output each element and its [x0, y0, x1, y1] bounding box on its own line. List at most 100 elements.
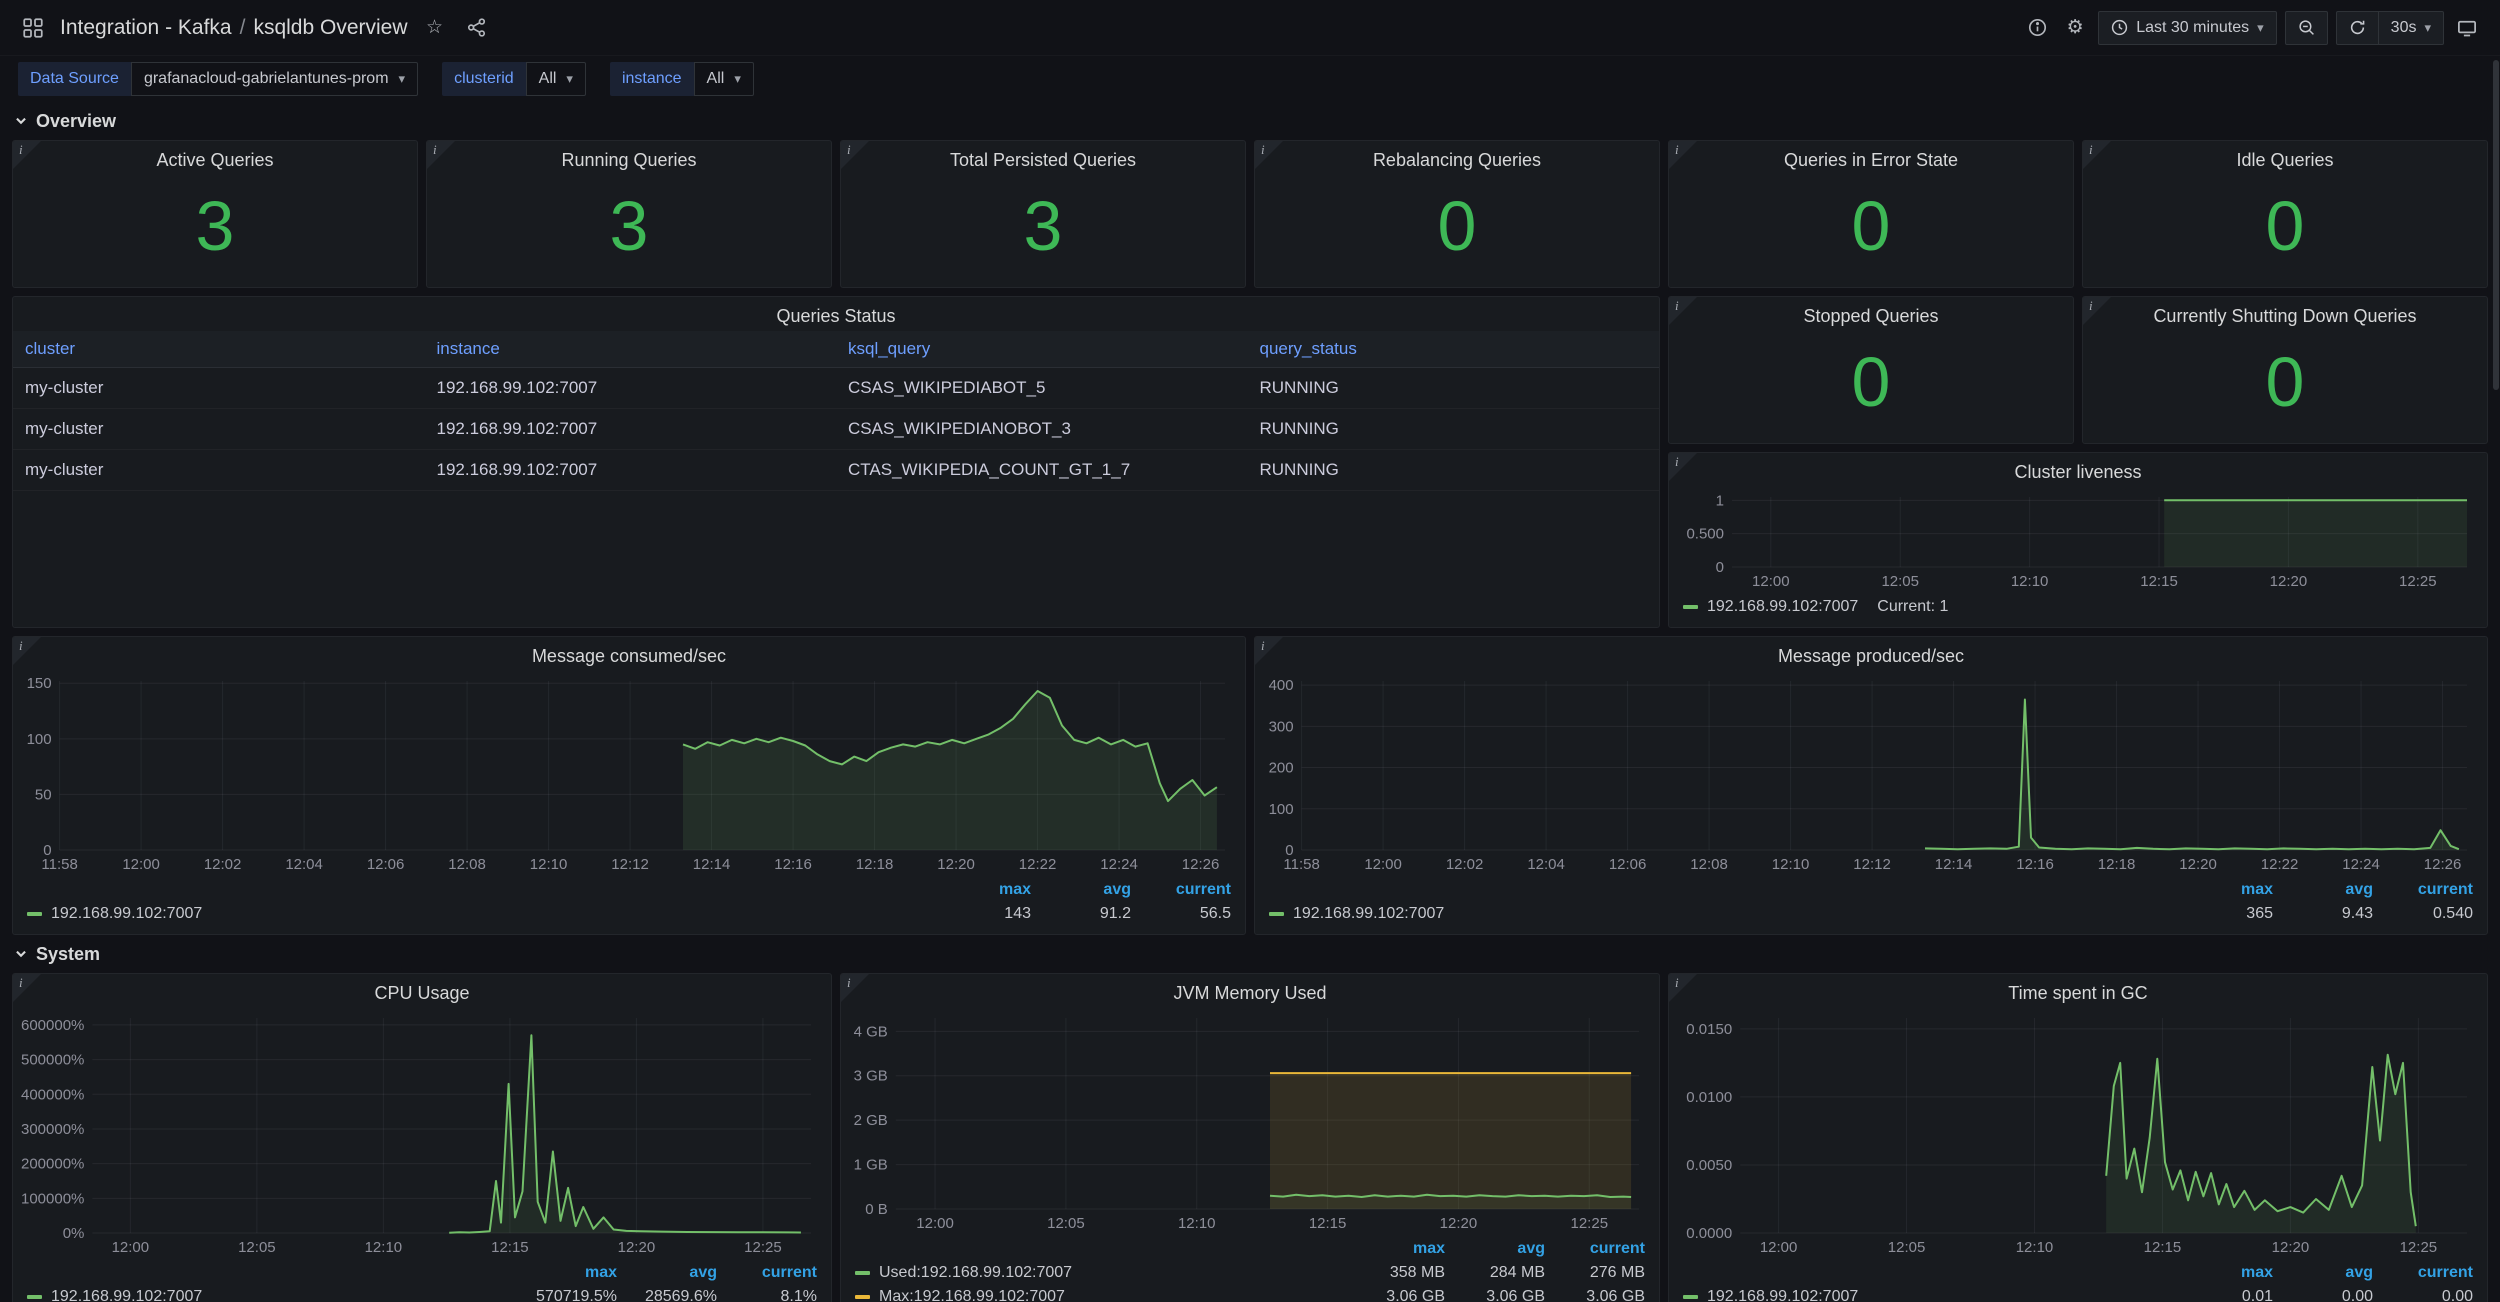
panel-info-icon[interactable]: i	[1255, 141, 1283, 169]
panel-title[interactable]: Queries Status	[13, 297, 1659, 331]
chart-cpu-usage[interactable]: 12:0012:0512:1012:1512:2012:250%100000%2…	[21, 1008, 823, 1259]
table-cell: 192.168.99.102:7007	[425, 368, 837, 408]
legend-stat-header[interactable]: avg	[1031, 881, 1131, 899]
gc-time-chart[interactable]: 12:0012:0512:1012:1512:2012:250.00000.00…	[1677, 1008, 2479, 1259]
table-column-header[interactable]: instance	[425, 331, 837, 367]
jvm-memory-chart[interactable]: 12:0012:0512:1012:1512:2012:250 B1 GB2 G…	[849, 1008, 1651, 1235]
message-consumed-chart[interactable]: 11:5812:0012:0212:0412:0612:0812:1012:12…	[21, 671, 1237, 876]
zoom-out-button[interactable]	[2285, 11, 2328, 45]
panel-title[interactable]: CPU Usage	[13, 974, 831, 1008]
legend: maxavgcurrentUsed:192.168.99.102:7007358…	[841, 1235, 1659, 1302]
refresh-button[interactable]	[2336, 11, 2379, 45]
panel-info-icon[interactable]: i	[1669, 974, 1697, 1002]
settings-gear-icon[interactable]: ⚙	[2060, 11, 2090, 45]
legend-series[interactable]: 192.168.99.102:7007	[27, 905, 931, 923]
legend-stat-header[interactable]: max	[2173, 1264, 2273, 1282]
panel-title[interactable]: Queries in Error State	[1669, 141, 2073, 175]
clusterid-select[interactable]: All ▾	[526, 62, 586, 96]
panel-info-icon[interactable]: i	[1669, 141, 1697, 169]
table-column-header[interactable]: query_status	[1248, 331, 1660, 367]
legend-stat-header[interactable]: avg	[2273, 1264, 2373, 1282]
apps-grid-icon[interactable]	[18, 11, 48, 45]
star-icon[interactable]: ☆	[420, 11, 450, 45]
panel-title[interactable]: Idle Queries	[2083, 141, 2487, 175]
table-column-header[interactable]: ksql_query	[836, 331, 1248, 367]
legend-stat-header[interactable]: avg	[617, 1264, 717, 1282]
variable-label: instance	[610, 62, 694, 96]
chart-message-produced[interactable]: 11:5812:0012:0212:0412:0612:0812:1012:12…	[1263, 671, 2479, 876]
legend-stat-header[interactable]: max	[2173, 881, 2273, 899]
panel-info-icon[interactable]: i	[1669, 297, 1697, 325]
panel-info-icon[interactable]: i	[2083, 297, 2111, 325]
svg-text:12:00: 12:00	[112, 1239, 150, 1256]
panel-title[interactable]: Time spent in GC	[1669, 974, 2487, 1008]
breadcrumb-folder[interactable]: Integration - Kafka	[60, 16, 232, 40]
panel-stopped-queries: i Stopped Queries 0	[1668, 296, 2074, 444]
panel-info-icon[interactable]: i	[13, 637, 41, 665]
instance-select[interactable]: All ▾	[694, 62, 754, 96]
legend-stat-header[interactable]: avg	[1445, 1240, 1545, 1258]
panel-info-icon[interactable]: i	[13, 141, 41, 169]
panel-info-icon[interactable]: i	[1669, 453, 1697, 481]
chart-time-spent-in-gc[interactable]: 12:0012:0512:1012:1512:2012:250.00000.00…	[1677, 1008, 2479, 1259]
svg-text:0.0100: 0.0100	[1686, 1089, 1732, 1106]
legend-series[interactable]: Max:192.168.99.102:7007	[855, 1288, 1345, 1302]
time-range-picker[interactable]: Last 30 minutes ▾	[2098, 11, 2276, 45]
section-system-toggle[interactable]: System	[0, 935, 2500, 973]
legend-series[interactable]: 192.168.99.102:7007	[1269, 905, 2173, 923]
chevron-down-icon: ▾	[399, 71, 406, 87]
legend-stat-header[interactable]: current	[1545, 1240, 1645, 1258]
stat-value: 3	[13, 175, 417, 287]
section-overview-toggle[interactable]: Overview	[0, 102, 2500, 140]
legend-stat-header[interactable]: max	[931, 881, 1031, 899]
legend-stat-header[interactable]: avg	[2273, 881, 2373, 899]
panel-info-icon[interactable]: i	[841, 141, 869, 169]
panel-info-icon[interactable]: i	[427, 141, 455, 169]
datasource-select[interactable]: grafanacloud-gabrielantunes-prom ▾	[131, 62, 418, 96]
legend-series[interactable]: 192.168.99.102:7007	[1683, 1288, 2173, 1302]
svg-text:600000%: 600000%	[21, 1017, 84, 1034]
panel-title[interactable]: Stopped Queries	[1669, 297, 2073, 331]
legend-stat-header[interactable]: current	[2373, 1264, 2473, 1282]
svg-text:12:05: 12:05	[1881, 573, 1919, 590]
legend-stat-header[interactable]: current	[1131, 881, 1231, 899]
legend-stat-header[interactable]: current	[2373, 881, 2473, 899]
panel-title[interactable]: JVM Memory Used	[841, 974, 1659, 1008]
legend-series[interactable]: 192.168.99.102:7007Current: 1	[1683, 598, 2473, 616]
svg-text:12:05: 12:05	[238, 1239, 276, 1256]
panel-title[interactable]: Total Persisted Queries	[841, 141, 1245, 175]
panel-title[interactable]: Active Queries	[13, 141, 417, 175]
legend-stat-header[interactable]: current	[717, 1264, 817, 1282]
panel-title[interactable]: Message consumed/sec	[13, 637, 1245, 671]
svg-text:0: 0	[43, 842, 51, 859]
panel-title[interactable]: Cluster liveness	[1669, 453, 2487, 487]
dashboard-info-icon[interactable]	[2022, 11, 2052, 45]
share-icon[interactable]	[462, 11, 492, 45]
panel-title[interactable]: Running Queries	[427, 141, 831, 175]
legend-stat-header[interactable]: max	[1345, 1240, 1445, 1258]
message-produced-chart[interactable]: 11:5812:0012:0212:0412:0612:0812:1012:12…	[1263, 671, 2479, 876]
table-column-header[interactable]: cluster	[13, 331, 425, 367]
panel-title[interactable]: Rebalancing Queries	[1255, 141, 1659, 175]
svg-text:12:06: 12:06	[1609, 856, 1647, 873]
panel-info-icon[interactable]: i	[841, 974, 869, 1002]
legend-series-name: 192.168.99.102:7007	[51, 1288, 202, 1302]
panel-title[interactable]: Message produced/sec	[1255, 637, 2487, 671]
refresh-interval-select[interactable]: 30s ▾	[2379, 11, 2444, 45]
panel-info-icon[interactable]: i	[2083, 141, 2111, 169]
panel-info-icon[interactable]: i	[13, 974, 41, 1002]
legend-series[interactable]: 192.168.99.102:7007	[27, 1288, 517, 1302]
vertical-scrollbar[interactable]	[2493, 60, 2499, 390]
cpu-usage-chart[interactable]: 12:0012:0512:1012:1512:2012:250%100000%2…	[21, 1008, 823, 1259]
chart-message-consumed[interactable]: 11:5812:0012:0212:0412:0612:0812:1012:12…	[21, 671, 1237, 876]
chart-cluster-liveness[interactable]: 12:0012:0512:1012:1512:2012:2500.5001	[1677, 487, 2479, 593]
tv-kiosk-icon[interactable]	[2452, 11, 2482, 45]
chart-jvm-memory-used[interactable]: 12:0012:0512:1012:1512:2012:250 B1 GB2 G…	[849, 1008, 1651, 1235]
panel-title[interactable]: Currently Shutting Down Queries	[2083, 297, 2487, 331]
table-cell: RUNNING	[1248, 450, 1660, 490]
legend-series[interactable]: Used:192.168.99.102:7007	[855, 1264, 1345, 1282]
legend-stat-header[interactable]: max	[517, 1264, 617, 1282]
table-cell: RUNNING	[1248, 368, 1660, 408]
cluster-liveness-chart[interactable]: 12:0012:0512:1012:1512:2012:2500.5001	[1677, 487, 2479, 593]
panel-info-icon[interactable]: i	[1255, 637, 1283, 665]
